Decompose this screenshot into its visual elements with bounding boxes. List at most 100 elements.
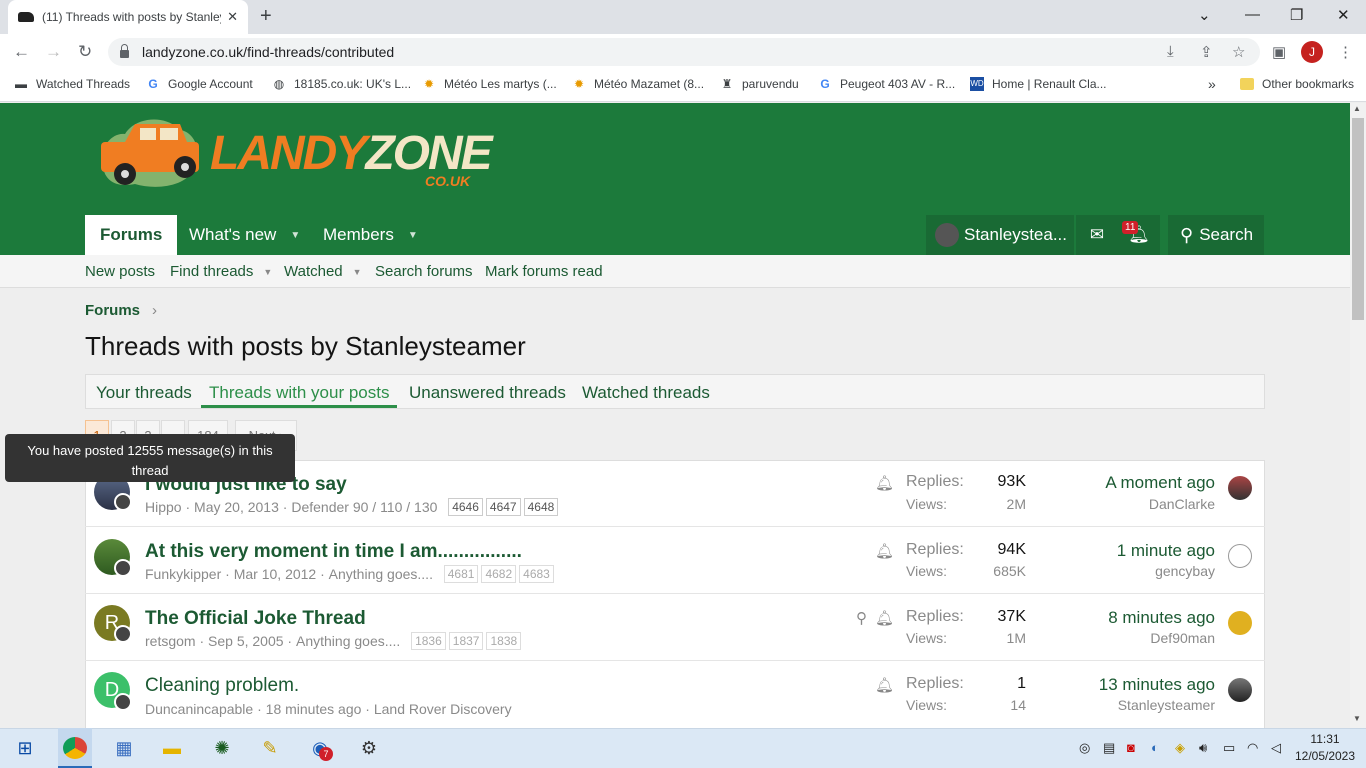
profile-avatar[interactable]: J bbox=[1301, 41, 1323, 63]
search-button[interactable]: ⚲ Search bbox=[1168, 215, 1264, 255]
chevron-down-icon[interactable]: ▼ bbox=[353, 267, 362, 277]
bookmark-google-account[interactable]: G Google Account bbox=[146, 77, 252, 91]
minimize-button[interactable]: — bbox=[1245, 6, 1260, 23]
bookmark-meteo-les-martys[interactable]: ✹ Météo Les martys (... bbox=[422, 77, 557, 91]
tab-threads-with-your-posts[interactable]: Threads with your posts bbox=[209, 383, 389, 403]
inbox-icon[interactable]: ✉ bbox=[1076, 215, 1118, 255]
landrover-logo-icon[interactable] bbox=[95, 112, 205, 192]
thread-forum[interactable]: Anything goes.... bbox=[296, 633, 400, 649]
bookmark-meteo-mazamet[interactable]: ✹ Météo Mazamet (8... bbox=[572, 77, 704, 91]
restore-button[interactable]: ❐ bbox=[1290, 6, 1303, 24]
thread-page-link[interactable]: 1838 bbox=[486, 632, 522, 650]
pencil-app-icon[interactable]: ✎ bbox=[258, 737, 282, 759]
subnav-watched[interactable]: Watched ▼ bbox=[284, 263, 362, 280]
thread-forum[interactable]: Land Rover Discovery bbox=[374, 701, 512, 717]
nav-tab-whats-new[interactable]: What's new ▼ bbox=[174, 215, 315, 255]
thread-title[interactable]: The Official Joke Thread bbox=[145, 608, 366, 630]
user-account-button[interactable]: Stanleystea... bbox=[926, 215, 1074, 255]
volume-icon[interactable]: 🔊︎ bbox=[1199, 740, 1207, 756]
bookmark-renault[interactable]: WD Home | Renault Cla... bbox=[970, 77, 1107, 91]
close-tab-icon[interactable]: ✕ bbox=[227, 9, 238, 25]
tray-app2-icon[interactable]: ◙ bbox=[1127, 740, 1135, 755]
speaker-icon[interactable]: ◁ bbox=[1271, 740, 1281, 756]
thread-forum[interactable]: Defender 90 / 110 / 130 bbox=[291, 499, 437, 515]
thread-date[interactable]: 18 minutes ago bbox=[266, 701, 362, 717]
thread-author[interactable]: Hippo bbox=[145, 499, 182, 515]
chevron-down-icon[interactable]: ▼ bbox=[263, 267, 272, 277]
chrome-icon[interactable] bbox=[63, 737, 87, 759]
tab-search-icon[interactable]: ⌄ bbox=[1198, 6, 1211, 24]
thread-date[interactable]: Sep 5, 2005 bbox=[208, 633, 284, 649]
tray-app4-icon[interactable]: ◈ bbox=[1175, 740, 1185, 756]
windows-start-icon[interactable]: ⊞ bbox=[13, 737, 37, 759]
nav-tab-members[interactable]: Members ▼ bbox=[308, 215, 433, 255]
thread-date[interactable]: May 20, 2013 bbox=[194, 499, 279, 515]
thread-author[interactable]: retsgom bbox=[145, 633, 196, 649]
thread-forum[interactable]: Anything goes.... bbox=[329, 566, 433, 582]
breadcrumb[interactable]: Forums › bbox=[85, 302, 157, 319]
menu-icon[interactable]: ⋮ bbox=[1338, 43, 1353, 61]
last-poster-avatar[interactable] bbox=[1228, 476, 1252, 500]
bookmark-paruvendu[interactable]: ♜ paruvendu bbox=[720, 77, 799, 91]
last-poster-avatar[interactable] bbox=[1228, 678, 1252, 702]
thread-author[interactable]: Funkykipper bbox=[145, 566, 221, 582]
more-bookmarks-button[interactable]: » bbox=[1208, 76, 1216, 92]
tray-app3-icon[interactable]: ◐ bbox=[1151, 740, 1159, 755]
battery-icon[interactable]: ▭ bbox=[1223, 740, 1235, 756]
thread-title[interactable]: At this very moment in time I am........… bbox=[145, 541, 522, 563]
last-post-user[interactable]: DanClarke bbox=[1015, 496, 1215, 512]
last-post-user[interactable]: gencybay bbox=[1015, 563, 1215, 579]
new-tab-button[interactable]: + bbox=[260, 5, 272, 28]
tab-watched-threads[interactable]: Watched threads bbox=[582, 383, 710, 403]
last-post-user[interactable]: Stanleysteamer bbox=[1015, 697, 1215, 713]
thread-page-link[interactable]: 4683 bbox=[519, 565, 554, 583]
thread-date[interactable]: Mar 10, 2012 bbox=[234, 566, 317, 582]
nav-tab-forums[interactable]: Forums bbox=[85, 215, 178, 255]
side-panel-icon[interactable]: ▣ bbox=[1272, 43, 1286, 61]
chevron-down-icon[interactable]: ▼ bbox=[408, 230, 418, 241]
bookmark-peugeot[interactable]: G Peugeot 403 AV - R... bbox=[818, 77, 955, 91]
bookmark-star-icon[interactable]: ☆ bbox=[1232, 43, 1245, 61]
back-icon[interactable]: ← bbox=[13, 42, 30, 62]
install-icon[interactable]: ⤓ bbox=[1167, 43, 1174, 60]
subnav-search-forums[interactable]: Search forums bbox=[375, 263, 473, 280]
thread-page-link[interactable]: 4647 bbox=[485, 498, 521, 516]
forward-icon[interactable]: → bbox=[45, 42, 62, 62]
subnav-find-threads[interactable]: Find threads ▼ bbox=[170, 263, 272, 280]
thread-page-link[interactable]: 4646 bbox=[448, 498, 483, 516]
bookmark-watched-threads[interactable]: ▬ Watched Threads bbox=[14, 77, 130, 91]
bookmark-18185[interactable]: ◍ 18185.co.uk: UK's L... bbox=[272, 77, 411, 91]
address-bar[interactable]: landyzone.co.uk/find-threads/contributed bbox=[108, 38, 1260, 66]
sun-app-icon[interactable]: ✺ bbox=[210, 737, 234, 759]
wifi-icon[interactable]: ◠ bbox=[1247, 740, 1258, 756]
last-post-time[interactable]: 13 minutes ago bbox=[1015, 675, 1215, 695]
reload-icon[interactable]: ↻ bbox=[78, 42, 92, 62]
thread-page-link[interactable]: 4648 bbox=[523, 498, 559, 516]
other-bookmarks[interactable]: Other bookmarks bbox=[1240, 77, 1354, 91]
last-post-time[interactable]: A moment ago bbox=[1015, 473, 1215, 493]
tab-your-threads[interactable]: Your threads bbox=[96, 383, 192, 403]
tray-save-icon[interactable]: ▤ bbox=[1103, 740, 1115, 756]
share-icon[interactable]: ⇪ bbox=[1200, 43, 1213, 61]
system-clock[interactable]: 11:31 12/05/2023 bbox=[1292, 731, 1358, 765]
thread-page-link[interactable]: 1836 bbox=[411, 632, 446, 650]
tray-app-icon[interactable]: ◎ bbox=[1079, 740, 1090, 756]
scroll-down-icon[interactable]: ▼ bbox=[1353, 714, 1361, 723]
subnav-mark-forums-read[interactable]: Mark forums read bbox=[485, 263, 603, 280]
thread-page-link[interactable]: 4681 bbox=[443, 565, 479, 583]
thread-page-link[interactable]: 1837 bbox=[448, 632, 484, 650]
settings-gear-icon[interactable]: ⚙ bbox=[357, 737, 381, 759]
thread-author[interactable]: Duncanincapable bbox=[145, 701, 253, 717]
thread-page-link[interactable]: 4682 bbox=[481, 565, 517, 583]
browser-tab[interactable]: (11) Threads with posts by Stanleysteame… bbox=[8, 0, 248, 34]
close-window-button[interactable]: ✕ bbox=[1337, 6, 1350, 24]
scrollbar-thumb[interactable] bbox=[1352, 118, 1364, 320]
subnav-new-posts[interactable]: New posts bbox=[85, 263, 155, 280]
last-poster-avatar[interactable] bbox=[1228, 611, 1252, 635]
file-explorer-icon[interactable]: ▬ bbox=[160, 737, 184, 759]
last-poster-avatar[interactable] bbox=[1228, 544, 1252, 568]
scroll-up-icon[interactable]: ▲ bbox=[1353, 104, 1361, 113]
last-post-user[interactable]: Def90man bbox=[1015, 630, 1215, 646]
thread-title[interactable]: Cleaning problem. bbox=[145, 675, 299, 697]
tab-unanswered-threads[interactable]: Unanswered threads bbox=[409, 383, 566, 403]
